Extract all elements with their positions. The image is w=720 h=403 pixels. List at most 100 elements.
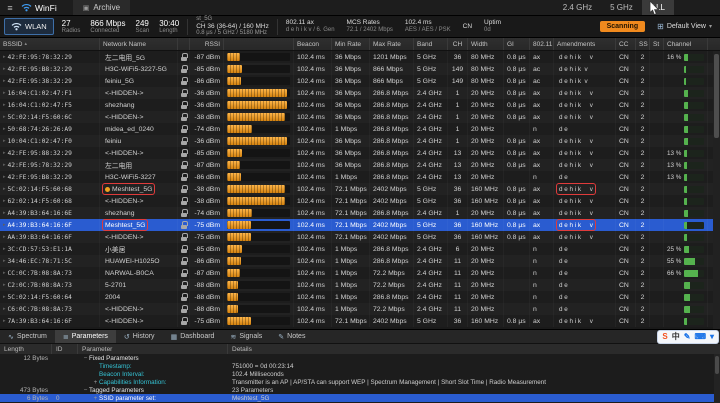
column-header-network-name[interactable]: Network Name [100, 38, 178, 50]
expander-icon[interactable]: − [82, 355, 89, 362]
scanning-button[interactable]: Scanning [600, 21, 646, 32]
table-row[interactable]: ▸CC:0C:7B:08:8A:73NARWAL-B0CA-87 dBm102.… [0, 267, 713, 279]
row-expander-icon[interactable]: ▸ [3, 294, 6, 300]
table-row[interactable]: ▸10:04:C1:02:47:F0feiniu-36 dBm102.4 ms3… [0, 135, 713, 147]
column-header-parameter[interactable]: Parameter [78, 344, 228, 354]
detail-row[interactable]: Timestamp:751000 = 0d 00:23:14 [0, 362, 720, 370]
column-header-beacon[interactable]: Beacon [294, 38, 332, 50]
expander-icon[interactable]: + [92, 395, 99, 402]
tab-spectrum[interactable]: ∿Spectrum [0, 330, 55, 343]
table-row[interactable]: ▸5C:02:14:F5:60:6C<-HIDDEN->-38 dBm102.4… [0, 111, 713, 123]
column-header-band[interactable]: Band [414, 38, 448, 50]
ime-chinese-mode[interactable]: 中 [672, 331, 680, 343]
expander-icon[interactable]: − [82, 387, 89, 394]
row-expander-icon[interactable]: ▸ [3, 246, 6, 252]
scrollbar-thumb[interactable] [715, 356, 719, 374]
table-row[interactable]: ▸A4:39:B3:64:16:6Eshezhang-74 dBm102.4 m… [0, 207, 713, 219]
column-header-max-rate[interactable]: Max Rate [370, 38, 414, 50]
column-header-gi[interactable]: GI [504, 38, 530, 50]
row-expander-icon[interactable]: ▸ [3, 126, 6, 132]
table-row[interactable]: ▸42:FE:95:78:32:29左二电用-87 dBm102.4 ms36 … [0, 159, 713, 171]
row-expander-icon[interactable]: ▸ [3, 162, 6, 168]
row-expander-icon[interactable]: ▸ [3, 102, 6, 108]
column-header-ch[interactable]: CH [448, 38, 468, 50]
tab-history[interactable]: ↺History [116, 330, 163, 343]
table-row[interactable]: ▸42:FE:95:B8:32:29H3C-WiFi5-3227-86 dBm1… [0, 171, 713, 183]
column-header-rssi[interactable]: RSSI [190, 38, 224, 50]
ime-menu-icon[interactable]: ▾ [710, 331, 714, 343]
detail-scrollbar[interactable] [714, 354, 720, 403]
column-header-channel[interactable]: Channel [664, 38, 708, 50]
table-row[interactable]: ▸16:04:C1:02:47:F1<-HIDDEN->-36 dBm102.4… [0, 87, 713, 99]
row-expander-icon[interactable]: ▸ [3, 282, 6, 288]
ime-keyboard-icon[interactable]: ⌨ [694, 331, 706, 343]
row-expander-icon[interactable]: ▸ [3, 150, 6, 156]
expander-icon[interactable]: + [92, 379, 99, 386]
detail-row[interactable]: Beacon Interval:102.4 Milliseconds [0, 370, 720, 378]
row-expander-icon[interactable]: ▸ [3, 198, 6, 204]
table-row[interactable]: ▸C2:0C:7B:08:8A:735-2701-88 dBm102.4 ms1… [0, 279, 713, 291]
detail-row[interactable]: +Capabilities Information:Transmitter is… [0, 378, 720, 386]
row-expander-icon[interactable]: ▸ [3, 54, 6, 60]
column-header-width[interactable]: Width [468, 38, 504, 50]
column-header-col2[interactable] [178, 38, 190, 50]
row-expander-icon[interactable]: ▸ [3, 258, 6, 264]
table-row[interactable]: ▸C6:0C:7B:08:8A:73<-HIDDEN->-88 dBm102.4… [0, 303, 713, 315]
row-expander-icon[interactable]: ▸ [3, 114, 6, 120]
column-header-col4[interactable] [224, 38, 294, 50]
table-row[interactable]: ▸A4:39:B3:64:16:6FMeshtest_5G-75 dBm102.… [0, 219, 713, 231]
row-expander-icon[interactable]: ▸ [3, 138, 6, 144]
row-expander-icon[interactable]: ▸ [3, 90, 6, 96]
row-expander-icon[interactable]: ▸ [3, 270, 6, 276]
band-5ghz-button[interactable]: 5 GHz [601, 0, 642, 15]
detail-row[interactable]: 6 Bytes0+SSID parameter set:Meshtest_5G [0, 394, 720, 402]
row-expander-icon[interactable]: ▸ [3, 306, 6, 312]
wlan-button[interactable]: WLAN [4, 18, 54, 35]
view-selector[interactable]: ⊞ Default View ▾ [653, 22, 716, 31]
column-header-length[interactable]: Length [0, 344, 52, 354]
table-row[interactable]: ▸42:FE:95:38:32:29feiniu_5G-86 dBm102.4 … [0, 75, 713, 87]
row-expander-icon[interactable]: ▸ [3, 174, 6, 180]
table-row[interactable]: ▸3C:CD:57:53:E1:1A小美居-85 dBm102.4 ms1 Mb… [0, 243, 713, 255]
table-row[interactable]: ▸50:68:74:26:26:A9midea_ed_0240-74 dBm10… [0, 123, 713, 135]
table-row[interactable]: ▸5C:02:14:F5:60:642004-88 dBm102.4 ms1 M… [0, 291, 713, 303]
column-header-cc[interactable]: CC [616, 38, 636, 50]
row-expander-icon[interactable]: ▸ [3, 210, 6, 216]
tab-notes[interactable]: ✎Notes [270, 330, 313, 343]
table-row[interactable]: ▸34:46:EC:78:71:5CHUAWEI-H1025O-86 dBm10… [0, 255, 713, 267]
tab-parameters[interactable]: ≣Parameters [55, 330, 116, 343]
sogou-logo-icon[interactable]: S [662, 331, 667, 343]
row-expander-icon[interactable]: ▸ [3, 222, 6, 228]
ime-pen-icon[interactable]: ✎ [684, 331, 691, 343]
scrollbar-thumb[interactable] [714, 54, 719, 138]
table-row[interactable]: ▸42:FE:95:78:32:29左二电用_5G-87 dBm102.4 ms… [0, 51, 713, 63]
row-expander-icon[interactable]: ▸ [3, 78, 6, 84]
table-row[interactable]: ▸5C:02:14:F5:60:68Meshtest_5G-38 dBm102.… [0, 183, 713, 195]
vertical-scrollbar[interactable] [713, 51, 720, 329]
row-expander-icon[interactable]: ▸ [3, 234, 6, 240]
table-row[interactable]: ▸7A:39:B3:64:16:6F<-HIDDEN->-75 dBm102.4… [0, 315, 713, 327]
column-header-bssid[interactable]: BSSID▴ [0, 38, 100, 50]
tab-dashboard[interactable]: ▦Dashboard [163, 330, 223, 343]
tab-archive[interactable]: ▣ Archive [73, 0, 130, 15]
row-expander-icon[interactable]: ▸ [3, 66, 6, 72]
table-row[interactable]: ▸42:FE:95:B8:32:29H3C-WiFi5-3227-5G-85 d… [0, 63, 713, 75]
column-header-amendments[interactable]: Amendments [554, 38, 616, 50]
tab-signals[interactable]: ≋Signals [222, 330, 270, 343]
table-row[interactable]: ▸42:FE:95:88:32:29<-HIDDEN->-85 dBm102.4… [0, 147, 713, 159]
column-header-details[interactable]: Details [228, 344, 720, 354]
ime-toolbar[interactable]: S中 ✎⌨ ▾ [658, 331, 718, 343]
table-row[interactable]: ▸62:02:14:F5:60:68<-HIDDEN->-38 dBm102.4… [0, 195, 713, 207]
row-expander-icon[interactable]: ▸ [3, 186, 6, 192]
column-header-802-11[interactable]: 802.11 [530, 38, 554, 50]
column-header-ss[interactable]: SS [636, 38, 650, 50]
column-header-min-rate[interactable]: Min Rate [332, 38, 370, 50]
row-expander-icon[interactable]: ▸ [3, 318, 6, 324]
table-row[interactable]: ▸16:04:C1:02:47:F5shezhang-36 dBm102.4 m… [0, 99, 713, 111]
hamburger-menu-icon[interactable]: ≡ [0, 3, 20, 13]
detail-row[interactable]: 473 Bytes−Tagged Parameters23 Parameters [0, 386, 720, 394]
column-header-id[interactable]: ID [52, 344, 78, 354]
table-row[interactable]: ▸AA:39:B3:64:16:6F<-HIDDEN->-75 dBm102.4… [0, 231, 713, 243]
band-24ghz-button[interactable]: 2.4 GHz [554, 0, 601, 15]
detail-row[interactable]: 12 Bytes−Fixed Parameters [0, 354, 720, 362]
